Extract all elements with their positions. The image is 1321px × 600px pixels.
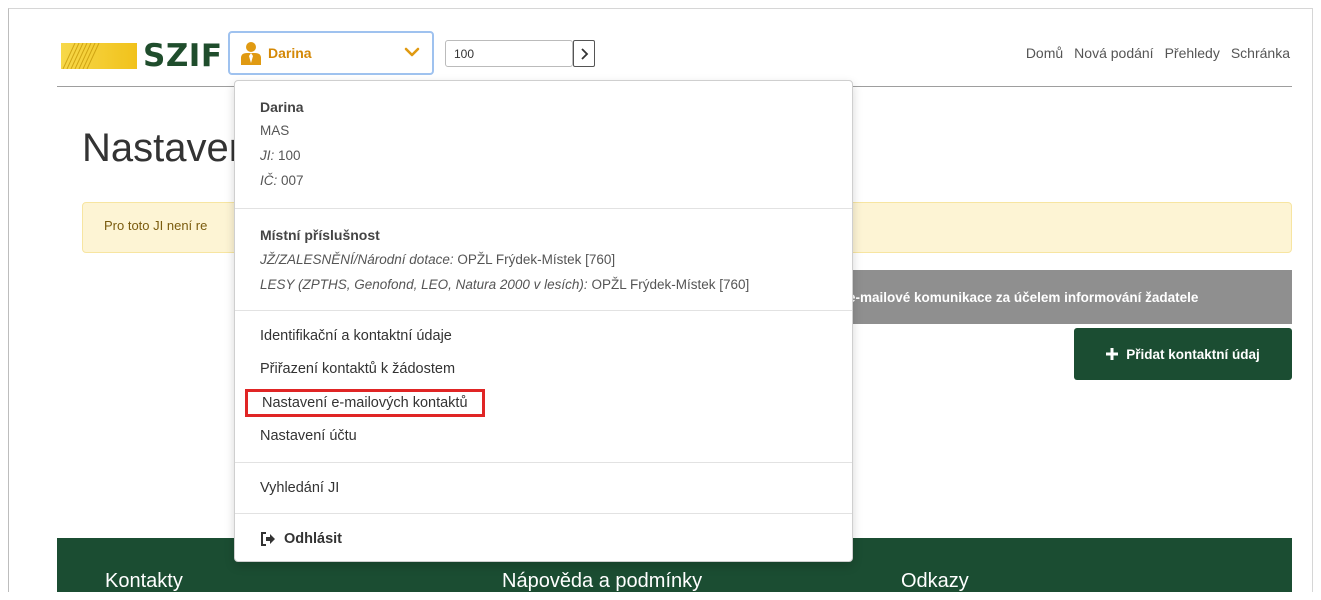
jurisdiction-row: LESY (ZPTHS, Genofond, LEO, Natura 2000 … <box>260 277 750 292</box>
jurisdiction-heading: Místní příslušnost <box>260 227 380 243</box>
user-select[interactable]: Darina <box>228 31 434 75</box>
sign-out-icon <box>261 532 275 546</box>
page-frame: SZIF Darina Domů Nová podání Přehledy Sc… <box>8 8 1313 592</box>
nav-overviews[interactable]: Přehledy <box>1165 45 1220 61</box>
chevron-down-icon <box>404 47 420 57</box>
plus-icon <box>1106 348 1119 360</box>
add-contact-button[interactable]: Přidat kontaktní údaj <box>1074 328 1292 380</box>
nav-new-submissions[interactable]: Nová podání <box>1074 45 1153 61</box>
footer-help[interactable]: Nápověda a podmínky <box>502 570 702 592</box>
menu-identification-contacts[interactable]: Identifikační a kontaktní údaje <box>260 328 452 344</box>
logo-stripes-icon <box>61 43 137 69</box>
menu-assign-contacts[interactable]: Přiřazení kontaktů k žádostem <box>260 361 455 377</box>
search-section: Vyhledání JI <box>235 463 852 514</box>
nav-home[interactable]: Domů <box>1026 45 1063 61</box>
selected-user-name: Darina <box>268 45 312 61</box>
footer-links[interactable]: Odkazy <box>901 570 969 592</box>
top-nav: Domů Nová podání Přehledy Schránka <box>1026 45 1290 61</box>
jurisdiction-row: JŽ/ZALESNĚNÍ/Národní dotace: OPŽL Frýdek… <box>260 252 616 267</box>
menu-section: Identifikační a kontaktní údaje Přiřazen… <box>235 311 852 463</box>
profile-name: Darina <box>260 99 304 115</box>
logo-text: SZIF <box>143 38 223 74</box>
user-dropdown-menu: Darina MAS JI: 100 IČ: 007 Místní příslu… <box>234 80 853 562</box>
page-title: Nastaven <box>82 126 251 170</box>
nav-inbox[interactable]: Schránka <box>1231 45 1290 61</box>
header: SZIF Darina Domů Nová podání Přehledy Sc… <box>57 31 1292 87</box>
jurisdiction-section: Místní příslušnost JŽ/ZALESNĚNÍ/Národní … <box>235 209 852 311</box>
profile-ji: JI: 100 <box>260 148 301 163</box>
szif-logo[interactable]: SZIF <box>61 38 223 74</box>
email-communication-bar[interactable]: e-mailové komunikace za účelem informová… <box>779 270 1292 324</box>
logout-button[interactable]: Odhlásit <box>260 531 342 547</box>
menu-search-ji[interactable]: Vyhledání JI <box>260 480 339 496</box>
footer-contacts[interactable]: Kontakty <box>105 570 183 592</box>
profile-ic: IČ: 007 <box>260 173 304 188</box>
logout-label: Odhlásit <box>284 531 343 547</box>
chevron-right-icon <box>581 47 589 60</box>
menu-email-contacts-settings[interactable]: Nastavení e-mailových kontaktů <box>245 389 485 417</box>
user-tie-icon <box>241 42 261 65</box>
profile-type: MAS <box>260 123 290 138</box>
ji-input[interactable] <box>445 40 573 67</box>
ji-go-button[interactable] <box>573 40 595 67</box>
profile-section: Darina MAS JI: 100 IČ: 007 <box>235 81 852 209</box>
add-contact-label: Přidat kontaktní údaj <box>1126 346 1260 362</box>
menu-account-settings[interactable]: Nastavení účtu <box>260 428 357 444</box>
